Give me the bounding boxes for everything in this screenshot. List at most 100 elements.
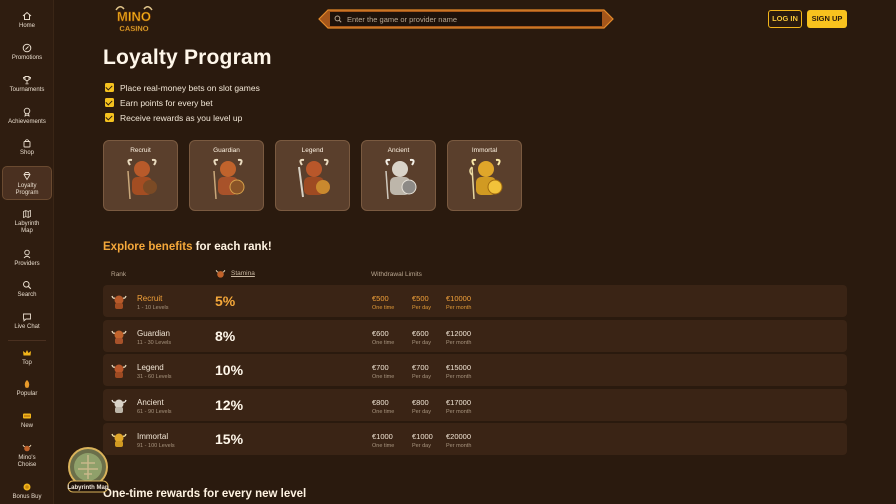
limit-label: One time	[372, 305, 395, 311]
table-row: Ancient 61 - 90 Levels 12% €800 One time …	[103, 388, 847, 421]
login-button[interactable]: LOG IN	[768, 10, 802, 28]
limit-value: €17000	[446, 397, 472, 407]
limit-value: €10000	[446, 294, 472, 303]
limit-label: Per month	[446, 408, 472, 415]
search-bar[interactable]	[318, 9, 614, 29]
rank-card-guardian[interactable]: Guardian	[189, 140, 264, 211]
minotaur-immortal-icon	[469, 158, 503, 200]
limit-value: €800	[372, 397, 389, 407]
rank-card-ancient[interactable]: Ancient	[361, 140, 436, 211]
table-row: Recruit 1 - 10 Levels 5% €500 One time €5…	[103, 285, 847, 317]
rank-avatar-legend-icon	[111, 364, 127, 379]
rank-avatar-guardian-icon	[111, 330, 127, 344]
search-input[interactable]	[347, 14, 597, 24]
rank-card-label: Guardian	[213, 147, 240, 154]
limit-label: Per day	[412, 374, 431, 381]
sidebar-item-bonus-buy[interactable]: Bonus Buy	[2, 482, 52, 501]
rank-levels: 31 - 60 Levels	[137, 374, 172, 381]
sidebar-item-providers[interactable]: Providers	[2, 249, 52, 268]
limit-value: €700	[372, 363, 389, 373]
labyrinth-map-badge[interactable]: Labyrinth Map	[67, 447, 109, 493]
limit-per-day: €600 Per day	[412, 329, 431, 346]
checklist-text: Place real-money bets on slot games	[120, 82, 260, 93]
limit-per-day: €700 Per day	[412, 363, 431, 380]
sidebar-item-search[interactable]: Search	[2, 280, 52, 299]
sidebar-item-label-line2: Program	[15, 190, 39, 196]
page-title: Loyalty Program	[103, 46, 272, 69]
limit-per-month: €12000 Per month	[446, 329, 471, 346]
sidebar-item-loyalty-program[interactable]: Loyalty Program	[2, 166, 52, 200]
sidebar-item-live-chat[interactable]: Live Chat	[2, 312, 52, 331]
sidebar-item-labyrinth-map[interactable]: Labyrinth Map	[2, 209, 52, 235]
limit-label: Per month	[446, 339, 472, 346]
rank-name: Guardian	[137, 328, 170, 338]
limit-per-day: €500 Per day	[412, 294, 431, 311]
limit-label: One time	[372, 339, 395, 346]
explore-heading-rest: for each rank!	[195, 241, 272, 253]
limit-value: €800	[412, 397, 429, 407]
rank-name: Recruit	[137, 294, 163, 303]
explore-heading-accent: Explore benefits	[103, 241, 193, 253]
sidebar-item-label: Popular	[16, 391, 38, 397]
new-icon	[23, 413, 31, 419]
limit-per-day: €1000 Per day	[412, 432, 433, 449]
benefits-checklist: Place real-money bets on slot games Earn…	[105, 80, 260, 125]
rank-card-recruit[interactable]: Recruit	[103, 140, 178, 211]
providers-icon	[23, 249, 31, 259]
rank-card-legend[interactable]: Legend	[275, 140, 350, 211]
minotaur-guardian-icon	[213, 158, 245, 200]
sidebar-item-home[interactable]: Home	[2, 11, 52, 30]
sidebar-item-label: Live Chat	[14, 324, 40, 330]
column-header-stamina[interactable]: Stamina	[215, 268, 255, 279]
limit-value: €600	[412, 328, 429, 338]
checkbox-icon	[105, 83, 114, 92]
limit-value: €700	[412, 363, 429, 373]
limit-value: €20000	[446, 432, 472, 442]
labyrinth-map-icon: Labyrinth Map	[67, 447, 109, 493]
sidebar-item-popular[interactable]: Popular	[2, 379, 52, 398]
sidebar-item-label: New	[20, 423, 33, 429]
column-header-withdrawal: Withdrawal Limits	[371, 271, 422, 278]
sidebar-item-shop[interactable]: Shop	[2, 138, 52, 157]
checklist-item: Place real-money bets on slot games	[105, 80, 260, 95]
mino-icon	[22, 444, 32, 452]
sidebar-item-new[interactable]: New	[2, 411, 52, 430]
trophy-icon	[23, 76, 31, 85]
chat-icon	[23, 313, 31, 322]
rank-card-label: Immortal	[471, 147, 498, 154]
limit-value: €1000	[372, 432, 393, 442]
rank-card-immortal[interactable]: Immortal	[447, 140, 522, 211]
stamina-value: 12%	[215, 396, 244, 413]
sidebar-item-achievements[interactable]: Achievements	[2, 107, 52, 126]
checkbox-icon	[105, 113, 114, 122]
rank-name: Ancient	[137, 397, 164, 407]
table-row: Legend 31 - 60 Levels 10% €700 One time €…	[103, 354, 847, 387]
mino-casino-logo[interactable]: MINO CASINO	[110, 4, 158, 34]
sidebar-item-label: Tournaments	[9, 87, 45, 93]
limit-one-time: €600 One time	[372, 329, 394, 346]
limit-label: Per day	[412, 443, 431, 450]
limit-one-time: €1000 One time	[372, 432, 394, 449]
minotaur-legend-icon	[298, 158, 330, 198]
sidebar-item-promotions[interactable]: Promotions	[2, 43, 52, 62]
limit-value: €12000	[446, 328, 472, 338]
rank-name: Legend	[137, 363, 164, 373]
sidebar-item-label: Search	[17, 292, 37, 298]
promotions-icon	[22, 43, 32, 53]
search-field	[330, 12, 602, 26]
stamina-value: 10%	[215, 362, 244, 379]
signup-button[interactable]: SIGN UP	[807, 10, 847, 28]
stamina-minotaur-icon	[215, 269, 226, 278]
sidebar-item-label: Shop	[19, 150, 34, 156]
rank-avatar-recruit-icon	[111, 295, 127, 309]
sidebar-item-top[interactable]: Top	[2, 348, 52, 367]
popular-icon	[24, 380, 30, 388]
checklist-item: Earn points for every bet	[105, 95, 260, 110]
search-icon	[23, 281, 32, 290]
logo-text-mino: MINO	[117, 9, 151, 24]
rank-levels: 91 - 100 Levels	[137, 443, 175, 450]
sidebar-item-tournaments[interactable]: Tournaments	[2, 75, 52, 94]
sidebar-item-minos-choise[interactable]: Mino's Choise	[2, 443, 52, 469]
medal-icon	[23, 107, 31, 117]
sidebar-divider	[8, 340, 46, 341]
